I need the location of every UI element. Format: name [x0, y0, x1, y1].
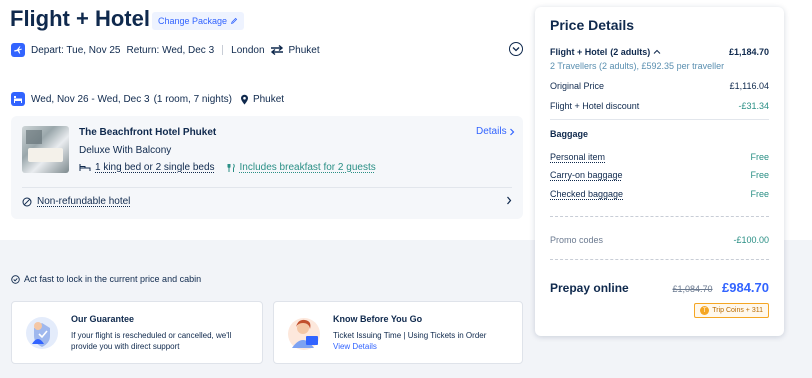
baggage-row[interactable]: Checked baggage Free [550, 189, 769, 199]
guarantee-text-line: provide you with direct support [71, 342, 180, 351]
promo-amount: -£100.00 [733, 235, 769, 245]
room-amenities: 1 king bed or 2 single beds Includes bre… [79, 162, 376, 173]
refund-policy-label: Non-refundable hotel [37, 196, 131, 207]
divider [222, 45, 224, 55]
act-fast-text: Act fast to lock in the current price an… [24, 274, 202, 284]
destination-city: Phuket [288, 44, 320, 56]
support-agent-illustration-icon [288, 318, 320, 350]
expand-flight-button[interactable] [509, 42, 523, 56]
prepay-original-price: £1,084.70 [672, 284, 713, 294]
refund-policy[interactable]: Non-refundable hotel [22, 196, 130, 207]
baggage-value: Free [750, 189, 769, 199]
chevron-right-icon[interactable] [506, 196, 512, 205]
package-label: Flight + Hotel [550, 47, 608, 57]
discount-row: Flight + Hotel discount -£31.34 [550, 101, 769, 111]
coin-icon: T [700, 306, 710, 315]
baggage-label: Checked baggage [550, 189, 624, 199]
original-price-label: Original Price [550, 81, 605, 91]
plane-icon [11, 43, 25, 57]
know-before-card: Know Before You Go Ticket Issuing Time |… [273, 301, 523, 364]
package-price-row[interactable]: Flight + Hotel (2 adults) £1,184.70 [550, 47, 769, 57]
cutlery-icon [227, 163, 235, 172]
baggage-heading: Baggage [550, 129, 589, 139]
travellers-row: 2 Travellers (2 adults), £592.35 per tra… [550, 61, 769, 71]
change-package-button[interactable]: Change Package [152, 12, 245, 30]
card-divider [22, 187, 512, 188]
guarantee-text: If your flight is rescheduled or cancell… [71, 330, 231, 352]
no-refund-icon [22, 197, 32, 206]
package-count: (2 adults) [610, 47, 651, 57]
bed-icon [11, 92, 25, 106]
hotel-city: Phuket [252, 93, 285, 105]
prepay-row: Prepay online £1,084.70 £984.70 [550, 279, 769, 297]
act-fast-notice: Act fast to lock in the current price an… [11, 274, 201, 284]
hotel-stay: (1 room, 7 nights) [153, 93, 232, 105]
original-price-amount: £1,116.04 [729, 81, 769, 91]
guarantee-illustration-icon [26, 317, 58, 349]
discount-amount: -£31.34 [738, 101, 769, 111]
guarantee-text-line: If your flight is rescheduled or cancell… [71, 331, 232, 340]
promo-label: Promo codes [550, 235, 604, 245]
swap-arrows-icon [270, 45, 283, 55]
know-before-text-line: Ticket Issuing Time | Using Tickets in O… [333, 331, 487, 340]
baggage-label: Personal item [550, 152, 606, 162]
guarantee-title: Our Guarantee [71, 314, 135, 324]
baggage-row[interactable]: Carry-on baggage Free [550, 170, 769, 180]
hotel-details-link[interactable]: Details [476, 126, 515, 137]
know-before-text: Ticket Issuing Time | Using Tickets in O… [333, 330, 486, 352]
travellers-line: 2 Travellers (2 adults), £592.35 per tra… [550, 61, 725, 71]
depart-date: Depart: Tue, Nov 25 [31, 44, 121, 56]
flight-row: Depart: Tue, Nov 25 Return: Wed, Dec 3 L… [11, 43, 320, 57]
baggage-heading-row: Baggage [550, 129, 769, 139]
baggage-row[interactable]: Personal item Free [550, 152, 769, 162]
location-pin-icon [240, 94, 248, 104]
dashed-divider [550, 259, 769, 260]
chevron-right-icon [509, 128, 514, 135]
hotel-dates: Wed, Nov 26 - Wed, Dec 3 [31, 93, 150, 105]
hotel-name: The Beachfront Hotel Phuket [79, 127, 217, 138]
trip-coins-badge[interactable]: T Trip Coins + 311 [694, 303, 769, 318]
package-amount: £1,184.70 [728, 47, 769, 57]
discount-label: Flight + Hotel discount [550, 101, 640, 111]
hotel-photo[interactable] [22, 126, 69, 173]
origin-city: London [231, 44, 265, 56]
details-label: Details [476, 126, 507, 137]
breakfast-info[interactable]: Includes breakfast for 2 guests [240, 162, 376, 173]
room-name: Deluxe With Balcony [79, 145, 172, 156]
baggage-label: Carry-on baggage [550, 170, 623, 180]
know-before-title: Know Before You Go [333, 314, 423, 324]
trip-coins-label: Trip Coins + 311 [712, 307, 763, 314]
edit-icon [231, 17, 238, 24]
baggage-value: Free [750, 152, 769, 162]
page-title: Flight + Hotel [10, 6, 150, 31]
prepay-final-price: £984.70 [722, 280, 769, 295]
baggage-value: Free [750, 170, 769, 180]
dashed-divider [550, 216, 769, 217]
promo-row[interactable]: Promo codes -£100.00 [550, 235, 769, 245]
original-price-row: Original Price £1,116.04 [550, 81, 769, 91]
bed-outline-icon [79, 164, 91, 171]
return-date: Return: Wed, Dec 3 [126, 44, 215, 56]
chevron-down-icon [512, 47, 520, 52]
price-details-title: Price Details [550, 17, 635, 33]
section-divider [550, 119, 769, 120]
check-circle-icon [11, 274, 20, 284]
hotel-card: The Beachfront Hotel Phuket Details Delu… [11, 116, 523, 219]
price-details-panel: Price Details Flight + Hotel (2 adults) … [535, 7, 784, 336]
hotel-row: Wed, Nov 26 - Wed, Dec 3 (1 room, 7 nigh… [11, 92, 284, 106]
guarantee-card: Our Guarantee If your flight is reschedu… [11, 301, 263, 364]
bed-type[interactable]: 1 king bed or 2 single beds [95, 162, 215, 173]
change-package-label: Change Package [158, 16, 228, 26]
prepay-label: Prepay online [550, 281, 629, 295]
chevron-up-icon [653, 49, 661, 54]
view-details-link[interactable]: View Details [333, 341, 486, 352]
